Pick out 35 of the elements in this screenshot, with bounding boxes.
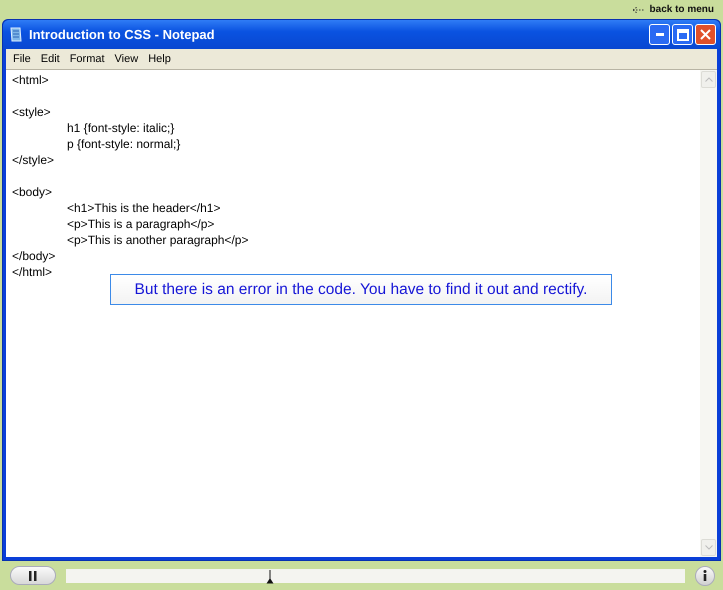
down-chevron-icon — [704, 545, 712, 550]
minimize-icon — [656, 33, 664, 36]
back-to-menu-link[interactable]: back to menu — [632, 4, 714, 15]
menu-item[interactable]: File — [8, 53, 36, 65]
code-line: p {font-style: normal;} — [66, 137, 180, 151]
info-button[interactable] — [695, 566, 715, 586]
playhead-marker[interactable] — [266, 570, 274, 584]
notepad-icon — [9, 26, 23, 42]
menu-item[interactable]: Help — [143, 53, 176, 65]
code-line: <body> — [12, 185, 52, 199]
message-text: But there is an error in the code. You have to find it out and rectify. — [134, 280, 588, 298]
pause-button[interactable] — [10, 566, 56, 585]
code-line: h1 {font-style: italic;} — [66, 121, 174, 135]
code-line: <html> — [12, 73, 49, 87]
window-title: Introduction to CSS - Notepad — [29, 27, 216, 42]
maximize-button[interactable] — [672, 24, 693, 45]
code-line: <p>This is a paragraph</p> — [66, 217, 214, 231]
code-line: <p>This is another paragraph</p> — [66, 233, 248, 247]
code-line: </html> — [12, 265, 52, 279]
maximize-icon — [676, 28, 688, 40]
menu-item[interactable]: View — [110, 53, 144, 65]
code-line: </style> — [12, 153, 54, 167]
menu-item[interactable]: Edit — [36, 53, 65, 65]
menu-item[interactable]: Format — [64, 53, 110, 65]
code-line: </body> — [12, 249, 56, 263]
progress-track[interactable] — [66, 568, 685, 582]
up-chevron-icon — [704, 77, 712, 82]
close-button[interactable] — [695, 24, 716, 45]
close-icon — [700, 29, 711, 40]
pause-icon — [29, 570, 37, 580]
info-icon — [703, 570, 707, 581]
back-to-menu-label: back to menu — [650, 4, 714, 15]
minimize-button[interactable] — [649, 24, 670, 45]
code-line: <h1>This is the header</h1> — [66, 201, 220, 215]
code-line: <style> — [12, 105, 51, 119]
